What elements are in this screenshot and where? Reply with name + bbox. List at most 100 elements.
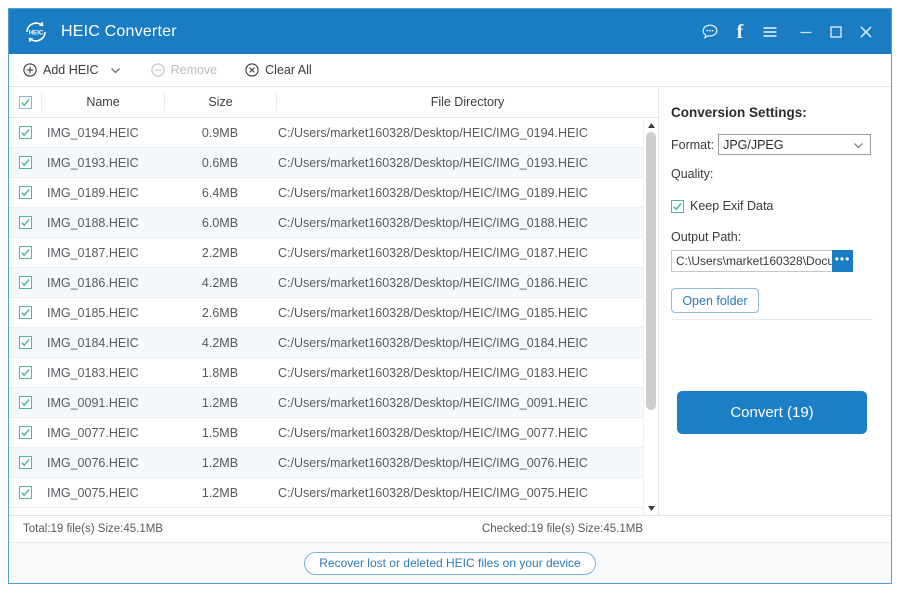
row-file-directory: C:/Users/market160328/Desktop/HEIC/IMG_0… [276, 426, 643, 440]
add-heic-label: Add HEIC [43, 63, 99, 77]
status-total-label: Total:19 file(s) Size:45.1MB [23, 523, 163, 535]
remove-button[interactable]: Remove [151, 54, 218, 86]
open-folder-button[interactable]: Open folder [671, 288, 759, 313]
row-file-directory: C:/Users/market160328/Desktop/HEIC/IMG_0… [276, 366, 643, 380]
column-header-size[interactable]: Size [164, 94, 276, 111]
row-file-name: IMG_0075.HEIC [41, 486, 164, 500]
scrollbar-thumb[interactable] [646, 132, 656, 410]
checkbox-icon [19, 366, 32, 379]
table-row[interactable]: IMG_0076.HEIC1.2MBC:/Users/market160328/… [9, 448, 643, 478]
row-checkbox[interactable] [9, 246, 41, 259]
settings-title: Conversion Settings: [671, 105, 873, 120]
table-row[interactable]: IMG_0091.HEIC1.2MBC:/Users/market160328/… [9, 388, 643, 418]
row-checkbox[interactable] [9, 186, 41, 199]
output-path-input[interactable]: C:\Users\market160328\Docu [671, 250, 832, 272]
table-row[interactable]: IMG_0185.HEIC2.6MBC:/Users/market160328/… [9, 298, 643, 328]
row-checkbox[interactable] [9, 336, 41, 349]
plus-circle-icon [23, 63, 37, 77]
clear-all-button[interactable]: Clear All [245, 54, 312, 86]
row-checkbox[interactable] [9, 426, 41, 439]
table-row[interactable]: IMG_0189.HEIC6.4MBC:/Users/market160328/… [9, 178, 643, 208]
row-file-directory: C:/Users/market160328/Desktop/HEIC/IMG_0… [276, 186, 643, 200]
scroll-up-arrow-icon[interactable] [644, 118, 658, 132]
remove-label: Remove [171, 63, 218, 77]
file-rows: IMG_0194.HEIC0.9MBC:/Users/market160328/… [9, 118, 643, 508]
row-file-name: IMG_0183.HEIC [41, 366, 164, 380]
row-file-size: 0.6MB [164, 156, 276, 170]
close-icon[interactable] [851, 17, 881, 47]
table-row[interactable]: IMG_0188.HEIC6.0MBC:/Users/market160328/… [9, 208, 643, 238]
minimize-icon[interactable] [791, 17, 821, 47]
row-checkbox[interactable] [9, 216, 41, 229]
table-row[interactable]: IMG_0075.HEIC1.2MBC:/Users/market160328/… [9, 478, 643, 508]
table-row[interactable]: IMG_0077.HEIC1.5MBC:/Users/market160328/… [9, 418, 643, 448]
row-file-directory: C:/Users/market160328/Desktop/HEIC/IMG_0… [276, 246, 643, 260]
row-file-size: 1.2MB [164, 396, 276, 410]
row-file-size: 1.2MB [164, 456, 276, 470]
row-checkbox[interactable] [9, 396, 41, 409]
row-checkbox[interactable] [9, 456, 41, 469]
row-file-directory: C:/Users/market160328/Desktop/HEIC/IMG_0… [276, 126, 643, 140]
checkbox-icon [19, 156, 32, 169]
feedback-chat-icon[interactable] [695, 17, 725, 47]
row-checkbox[interactable] [9, 276, 41, 289]
row-file-name: IMG_0193.HEIC [41, 156, 164, 170]
row-file-size: 2.2MB [164, 246, 276, 260]
checkbox-icon [19, 396, 32, 409]
checkbox-icon [19, 186, 32, 199]
settings-divider [671, 319, 873, 320]
recover-files-button[interactable]: Recover lost or deleted HEIC files on yo… [304, 552, 595, 575]
format-field-row: Format: JPG/JPEG [671, 134, 873, 155]
status-bar: Total:19 file(s) Size:45.1MB Checked:19 … [9, 515, 891, 542]
column-header-name[interactable]: Name [41, 94, 164, 111]
menu-icon[interactable] [755, 17, 785, 47]
keep-exif-data-label: Keep Exif Data [690, 199, 773, 213]
checkbox-icon [19, 246, 32, 259]
add-heic-button[interactable]: Add HEIC [23, 54, 99, 86]
row-file-size: 0.9MB [164, 126, 276, 140]
svg-text:HEIC: HEIC [29, 29, 44, 36]
title-bar: HEIC HEIC Converter f [9, 9, 891, 54]
row-file-directory: C:/Users/market160328/Desktop/HEIC/IMG_0… [276, 216, 643, 230]
file-list-scrollbar[interactable] [643, 118, 658, 515]
add-heic-dropdown-chevron-down-icon[interactable] [103, 64, 129, 77]
status-checked-label: Checked:19 file(s) Size:45.1MB [482, 523, 643, 535]
quality-field-row: Quality: [671, 167, 873, 181]
row-file-size: 4.2MB [164, 336, 276, 350]
row-checkbox[interactable] [9, 306, 41, 319]
table-row[interactable]: IMG_0183.HEIC1.8MBC:/Users/market160328/… [9, 358, 643, 388]
scroll-down-arrow-icon[interactable] [644, 501, 658, 515]
table-row[interactable]: IMG_0187.HEIC2.2MBC:/Users/market160328/… [9, 238, 643, 268]
row-file-directory: C:/Users/market160328/Desktop/HEIC/IMG_0… [276, 486, 643, 500]
row-checkbox[interactable] [9, 156, 41, 169]
row-file-size: 1.8MB [164, 366, 276, 380]
browse-folder-button[interactable]: ••• [832, 250, 853, 272]
table-row[interactable]: IMG_0184.HEIC4.2MBC:/Users/market160328/… [9, 328, 643, 358]
app-title: HEIC Converter [61, 23, 695, 41]
row-file-directory: C:/Users/market160328/Desktop/HEIC/IMG_0… [276, 336, 643, 350]
row-file-name: IMG_0184.HEIC [41, 336, 164, 350]
select-all-checkbox[interactable] [9, 96, 41, 109]
maximize-icon[interactable] [821, 17, 851, 47]
row-file-name: IMG_0091.HEIC [41, 396, 164, 410]
row-file-name: IMG_0194.HEIC [41, 126, 164, 140]
facebook-icon[interactable]: f [725, 17, 755, 47]
row-checkbox[interactable] [9, 486, 41, 499]
checkbox-icon [19, 456, 32, 469]
row-checkbox[interactable] [9, 366, 41, 379]
table-row[interactable]: IMG_0193.HEIC0.6MBC:/Users/market160328/… [9, 148, 643, 178]
file-list-panel: Name Size File Directory IMG_0194.HEIC0.… [9, 87, 659, 515]
row-file-directory: C:/Users/market160328/Desktop/HEIC/IMG_0… [276, 276, 643, 290]
scrollbar-track[interactable] [644, 132, 658, 501]
keep-exif-data-checkbox[interactable]: Keep Exif Data [671, 199, 873, 213]
table-row[interactable]: IMG_0194.HEIC0.9MBC:/Users/market160328/… [9, 118, 643, 148]
row-file-name: IMG_0189.HEIC [41, 186, 164, 200]
convert-button[interactable]: Convert (19) [677, 391, 867, 434]
table-row[interactable]: IMG_0186.HEIC4.2MBC:/Users/market160328/… [9, 268, 643, 298]
toolbar: Add HEIC Remove [9, 54, 891, 87]
row-file-name: IMG_0186.HEIC [41, 276, 164, 290]
row-checkbox[interactable] [9, 126, 41, 139]
column-header-directory[interactable]: File Directory [276, 94, 658, 111]
checkbox-icon [19, 486, 32, 499]
format-select[interactable]: JPG/JPEG [718, 134, 871, 155]
